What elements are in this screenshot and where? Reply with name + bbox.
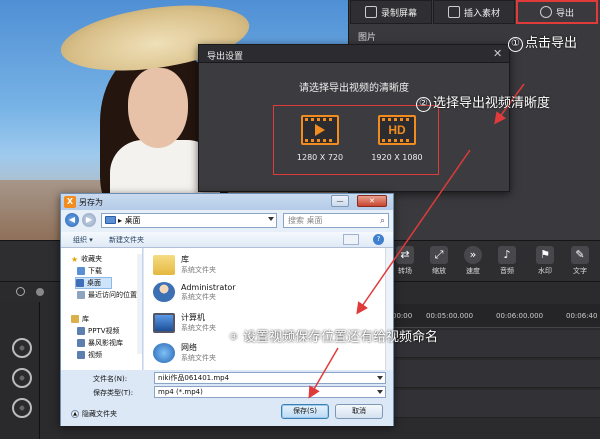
step-number: ② (416, 97, 431, 112)
arrow-to-filename (356, 149, 471, 315)
annotation-step2: ② 选择导出视频清晰度 (416, 92, 550, 112)
arrow-to-save (308, 347, 339, 399)
step-number: ③ (226, 331, 241, 346)
step-text: 设置视频保存位置还有给视频命名 (243, 330, 439, 345)
annotation-step1: ① 点击导出 (508, 32, 577, 52)
step-text: 选择导出视频清晰度 (433, 96, 551, 111)
step-number: ① (508, 37, 523, 52)
step-text: 点击导出 (525, 36, 578, 51)
annotation-step3: ③ 设置视频保存位置还有给视频命名 (226, 326, 438, 346)
annotation-arrows (308, 83, 525, 399)
